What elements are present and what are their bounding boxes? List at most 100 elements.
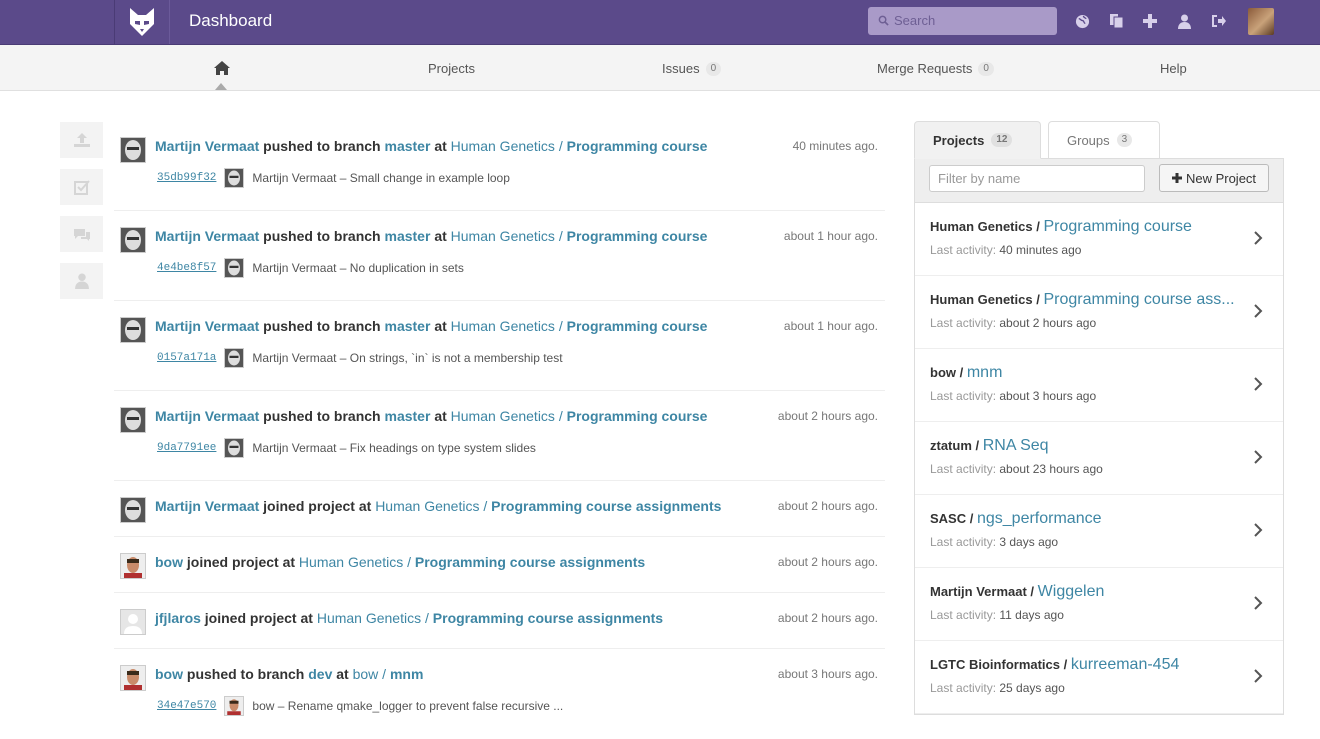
nav-merge-requests[interactable]: Merge Requests 0 [877, 61, 994, 76]
namespace-link[interactable]: bow / [353, 666, 386, 682]
chevron-right-icon [1254, 669, 1263, 683]
last-activity-label: Last activity: [930, 462, 997, 476]
filter-merged-button[interactable] [60, 169, 103, 205]
namespace-link[interactable]: Human Genetics / [451, 228, 563, 244]
project-list-item[interactable]: LGTC Bioinformatics / kurreeman-454 Last … [915, 641, 1283, 714]
commit-sha-link[interactable]: 34e47e570 [157, 700, 216, 712]
plus-icon[interactable] [1140, 11, 1160, 31]
tab-projects[interactable]: Projects 12 [914, 121, 1041, 159]
project-link[interactable]: Programming course [567, 318, 708, 334]
project-link[interactable]: Programming course [567, 228, 708, 244]
project-name-link[interactable]: RNA Seq [983, 437, 1049, 454]
branch-link[interactable]: master [385, 408, 431, 424]
event-user-link[interactable]: Martijn Vermaat [155, 498, 259, 514]
commit-sha-link[interactable]: 35db99f32 [157, 172, 216, 184]
last-activity-label: Last activity: [930, 608, 997, 622]
event-user-link[interactable]: Martijn Vermaat [155, 228, 259, 244]
search-input[interactable]: Search [894, 13, 935, 28]
last-activity-label: Last activity: [930, 389, 997, 403]
user-icon[interactable] [1174, 11, 1194, 31]
project-list-item[interactable]: SASC / ngs_performance Last activity: 3 d… [915, 495, 1283, 568]
event-user-link[interactable]: jfjlaros [155, 610, 201, 626]
filter-comments-button[interactable] [60, 216, 103, 252]
current-user-avatar[interactable] [1248, 8, 1274, 35]
commit-row: 4e4be8f57 Martijn Vermaat – No duplicatio… [157, 258, 464, 278]
namespace-link[interactable]: Human Genetics / [451, 318, 563, 334]
user-photo-icon [225, 259, 244, 277]
commit-author-avatar [224, 348, 245, 368]
nav-help[interactable]: Help [1160, 61, 1187, 76]
event-user-link[interactable]: bow [155, 666, 183, 682]
upload-icon [73, 133, 90, 147]
user-avatar[interactable] [120, 317, 146, 343]
user-avatar[interactable] [120, 665, 146, 691]
last-activity-value: 11 days ago [999, 608, 1064, 622]
event-user-link[interactable]: bow [155, 554, 183, 570]
groups-count-badge: 3 [1116, 133, 1133, 147]
last-activity-value: 25 days ago [999, 681, 1065, 695]
chevron-right-icon [1254, 523, 1263, 537]
event-user-link[interactable]: Martijn Vermaat [155, 318, 259, 334]
project-list-item[interactable]: Human Genetics / Programming course Last … [915, 203, 1283, 276]
commit-sha-link[interactable]: 9da7791ee [157, 442, 216, 454]
gitlab-logo[interactable] [114, 0, 170, 44]
namespace-link[interactable]: Human Genetics / [451, 138, 563, 154]
nav-projects[interactable]: Projects [428, 61, 475, 76]
snippets-icon[interactable] [1106, 11, 1126, 31]
user-photo-icon [225, 169, 244, 187]
branch-link[interactable]: master [385, 228, 431, 244]
namespace-link[interactable]: Human Genetics / [317, 610, 429, 626]
tab-groups[interactable]: Groups 3 [1048, 121, 1160, 159]
project-list-item[interactable]: bow / mnm Last activity: about 3 hours ag… [915, 349, 1283, 422]
project-link[interactable]: Programming course assignments [491, 498, 721, 514]
project-name-link[interactable]: Programming course ass... [1043, 291, 1234, 308]
event-user-link[interactable]: Martijn Vermaat [155, 138, 259, 154]
event-user-link[interactable]: Martijn Vermaat [155, 408, 259, 424]
project-name-link[interactable]: kurreeman-454 [1071, 656, 1180, 673]
user-avatar[interactable] [120, 227, 146, 253]
search-box[interactable]: Search [868, 7, 1057, 35]
filter-team-button[interactable] [60, 263, 103, 299]
nav-home[interactable] [213, 60, 231, 76]
user-avatar[interactable] [120, 137, 146, 163]
comments-icon [73, 228, 90, 241]
namespace-link[interactable]: Human Genetics / [375, 498, 487, 514]
project-filter-input[interactable]: Filter by name [929, 165, 1145, 192]
nav-issues[interactable]: Issues 0 [662, 61, 722, 76]
nav-issues-label: Issues [662, 61, 700, 76]
globe-icon[interactable] [1072, 11, 1092, 31]
filter-push-button[interactable] [60, 122, 103, 158]
project-name-link[interactable]: Wiggelen [1038, 583, 1105, 600]
issues-count-badge: 0 [705, 61, 722, 76]
new-project-button[interactable]: New Project [1159, 164, 1269, 192]
event-at: at [434, 138, 447, 154]
namespace-link[interactable]: Human Genetics / [299, 554, 411, 570]
branch-link[interactable]: master [385, 318, 431, 334]
user-avatar[interactable] [120, 553, 146, 579]
user-photo-icon [225, 697, 244, 715]
commit-sha-link[interactable]: 0157a171a [157, 352, 216, 364]
commit-author-avatar [224, 168, 245, 188]
namespace-link[interactable]: Human Genetics / [451, 408, 563, 424]
user-avatar[interactable] [120, 497, 146, 523]
project-list-item[interactable]: Martijn Vermaat / Wiggelen Last activity:… [915, 568, 1283, 641]
project-link[interactable]: Programming course assignments [415, 554, 645, 570]
project-name-link[interactable]: mnm [967, 364, 1003, 381]
commit-message: No duplication in sets [349, 261, 464, 275]
home-icon [214, 61, 230, 75]
project-link[interactable]: Programming course [567, 138, 708, 154]
user-avatar[interactable] [120, 407, 146, 433]
project-name-link[interactable]: ngs_performance [977, 510, 1102, 527]
project-link[interactable]: mnm [390, 666, 423, 682]
project-link[interactable]: Programming course assignments [433, 610, 663, 626]
project-name-link[interactable]: Programming course [1043, 218, 1192, 235]
logout-icon[interactable] [1208, 11, 1228, 31]
user-avatar[interactable] [120, 609, 146, 635]
commit-sha-link[interactable]: 4e4be8f57 [157, 262, 216, 274]
branch-link[interactable]: dev [308, 666, 332, 682]
project-link[interactable]: Programming course [567, 408, 708, 424]
branch-link[interactable]: master [385, 138, 431, 154]
project-list-item[interactable]: Human Genetics / Programming course ass.… [915, 276, 1283, 349]
project-namespace: SASC / [930, 511, 974, 526]
project-list-item[interactable]: ztatum / RNA Seq Last activity: about 23 … [915, 422, 1283, 495]
